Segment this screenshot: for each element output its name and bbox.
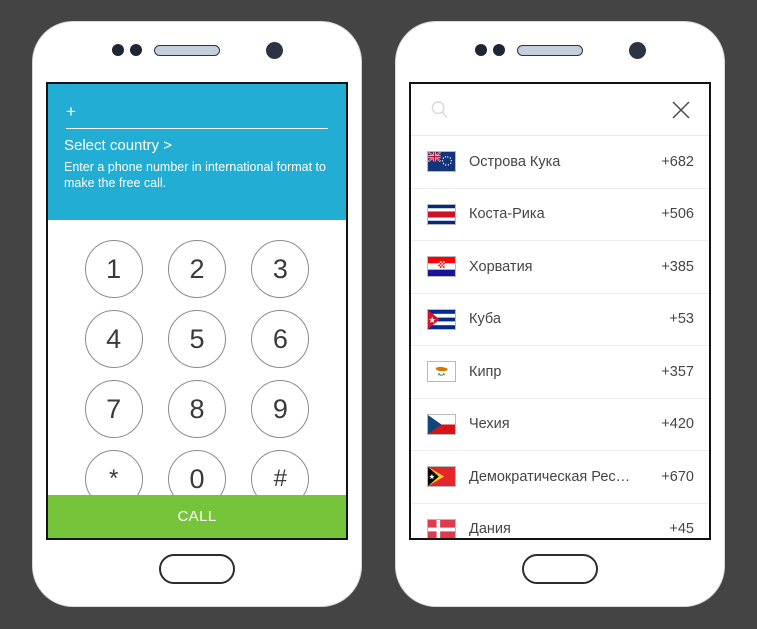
device-top-hardware bbox=[396, 40, 724, 60]
country-name: Коста-Рика bbox=[469, 206, 545, 223]
search-icon bbox=[429, 99, 451, 121]
flag-cyprus-icon bbox=[427, 361, 456, 383]
sensor-dot-icon bbox=[111, 44, 124, 56]
dial-keypad: 1 2 3 4 5 6 7 8 9 * 0 # bbox=[48, 220, 346, 508]
flag-east-timor-icon bbox=[427, 466, 456, 488]
country-name: Кипр bbox=[469, 363, 502, 380]
front-camera-icon bbox=[628, 41, 646, 59]
sensor-dot-icon bbox=[474, 44, 487, 56]
phone-number-input[interactable]: + bbox=[64, 102, 330, 126]
country-row[interactable]: Хорватия +385 bbox=[411, 241, 709, 294]
country-code: +385 bbox=[661, 258, 694, 275]
country-name: Куба bbox=[469, 311, 501, 328]
search-bar bbox=[411, 84, 709, 136]
flag-croatia-icon bbox=[427, 256, 456, 278]
country-name: Демократическая Рес… bbox=[469, 468, 631, 485]
screenshot-root: + Select country > Enter a phone number … bbox=[0, 0, 757, 629]
key-8[interactable]: 8 bbox=[167, 380, 226, 438]
select-country-link[interactable]: Select country > bbox=[64, 136, 330, 155]
country-name: Чехия bbox=[469, 416, 510, 433]
country-code: +682 bbox=[661, 153, 694, 170]
dialer-header: + Select country > Enter a phone number … bbox=[48, 84, 346, 220]
country-code: +53 bbox=[669, 311, 694, 328]
country-picker-screen: Острова Кука +682 Коста-Рика +506 Хорват… bbox=[409, 82, 711, 540]
flag-denmark-icon bbox=[427, 518, 456, 538]
phone-device-dialer: + Select country > Enter a phone number … bbox=[33, 22, 361, 606]
country-code: +670 bbox=[661, 468, 694, 485]
country-name: Острова Кука bbox=[469, 153, 561, 170]
key-2[interactable]: 2 bbox=[167, 240, 226, 298]
country-name: Хорватия bbox=[469, 258, 533, 275]
earpiece-speaker-icon bbox=[153, 44, 220, 56]
search-input[interactable] bbox=[451, 101, 669, 118]
dialer-hint-text: Enter a phone number in international fo… bbox=[64, 160, 326, 190]
input-underline bbox=[66, 128, 328, 129]
flag-cuba-icon bbox=[427, 308, 456, 330]
key-4[interactable]: 4 bbox=[84, 310, 143, 368]
front-camera-icon bbox=[265, 41, 283, 59]
country-code: +420 bbox=[661, 416, 694, 433]
call-button[interactable]: CALL bbox=[48, 495, 346, 538]
sensor-dot-icon bbox=[492, 44, 505, 56]
device-top-hardware bbox=[33, 40, 361, 60]
country-code: +357 bbox=[661, 363, 694, 380]
country-row[interactable]: Куба +53 bbox=[411, 294, 709, 346]
country-name: Дания bbox=[469, 521, 511, 538]
phone-device-country-picker: Острова Кука +682 Коста-Рика +506 Хорват… bbox=[396, 22, 724, 606]
country-code: +45 bbox=[669, 521, 694, 538]
dialer-screen: + Select country > Enter a phone number … bbox=[46, 82, 348, 540]
country-row[interactable]: Дания +45 bbox=[411, 504, 709, 538]
sensor-dot-icon bbox=[129, 44, 142, 56]
country-list: Острова Кука +682 Коста-Рика +506 Хорват… bbox=[411, 136, 709, 538]
key-6[interactable]: 6 bbox=[251, 310, 310, 368]
country-row[interactable]: Острова Кука +682 bbox=[411, 136, 709, 189]
flag-costa-rica-icon bbox=[427, 203, 456, 225]
earpiece-speaker-icon bbox=[516, 44, 583, 56]
key-7[interactable]: 7 bbox=[84, 380, 143, 438]
home-button[interactable] bbox=[159, 554, 235, 584]
country-row[interactable]: Чехия +420 bbox=[411, 399, 709, 451]
country-row[interactable]: Демократическая Рес… +670 bbox=[411, 451, 709, 504]
flag-czechia-icon bbox=[427, 413, 456, 435]
country-row[interactable]: Коста-Рика +506 bbox=[411, 189, 709, 241]
country-code: +506 bbox=[661, 206, 694, 223]
key-9[interactable]: 9 bbox=[251, 380, 310, 438]
close-icon[interactable] bbox=[669, 98, 693, 122]
country-row[interactable]: Кипр +357 bbox=[411, 346, 709, 399]
key-5[interactable]: 5 bbox=[167, 310, 226, 368]
key-3[interactable]: 3 bbox=[251, 240, 310, 298]
home-button[interactable] bbox=[522, 554, 598, 584]
key-1[interactable]: 1 bbox=[84, 240, 143, 298]
flag-cook-islands-icon bbox=[427, 151, 456, 173]
